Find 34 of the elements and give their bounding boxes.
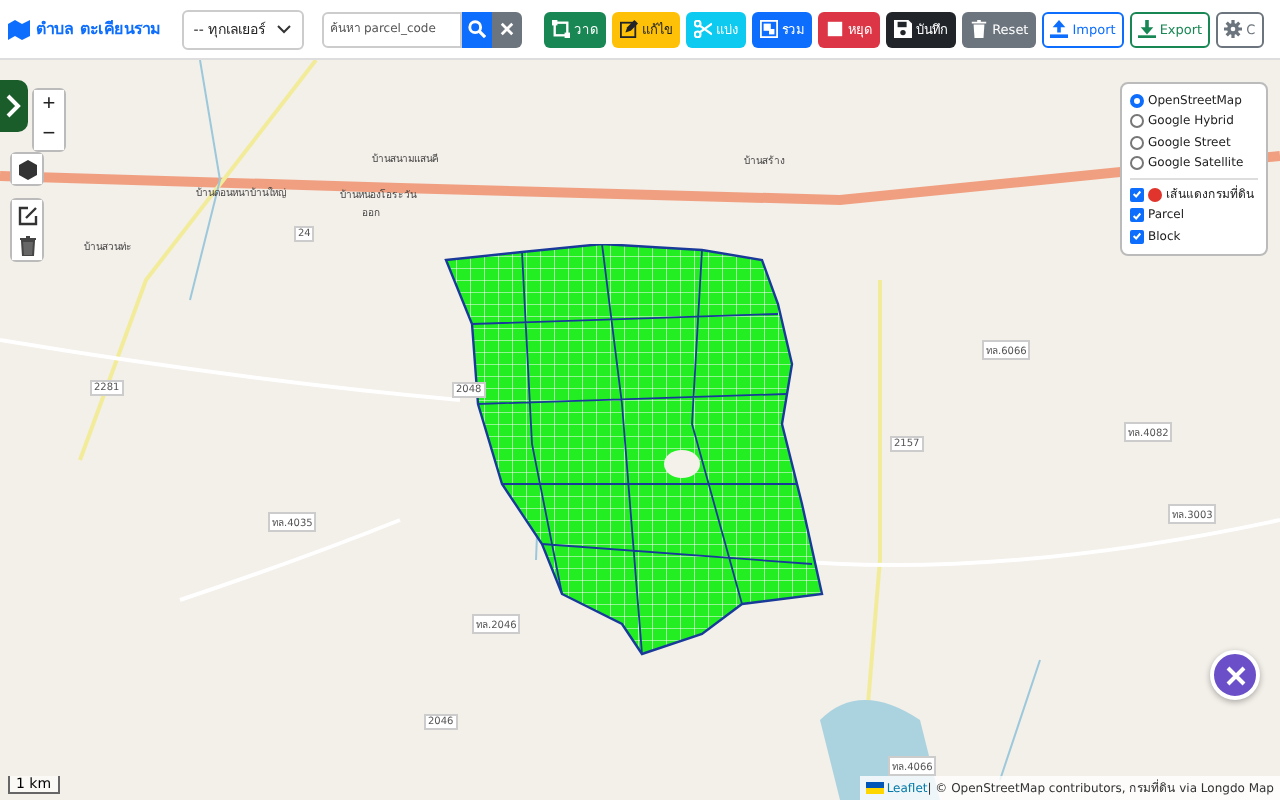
upload-icon bbox=[1050, 20, 1069, 38]
map-icon bbox=[8, 19, 30, 39]
chevron-right-icon bbox=[6, 94, 22, 118]
merge-squares-icon bbox=[760, 20, 779, 38]
gear-icon bbox=[1224, 20, 1243, 38]
clear-search-button[interactable] bbox=[492, 11, 523, 47]
search-button[interactable] bbox=[462, 11, 493, 47]
close-icon bbox=[1225, 665, 1245, 685]
download-icon bbox=[1137, 20, 1156, 38]
trash-icon bbox=[970, 20, 989, 38]
draw-polygon-button[interactable] bbox=[12, 154, 42, 184]
ukraine-flag-icon bbox=[866, 782, 885, 794]
search-icon bbox=[468, 20, 487, 38]
close-icon bbox=[500, 22, 515, 36]
base-layer-radio[interactable] bbox=[1130, 114, 1144, 129]
stop-icon bbox=[826, 20, 845, 38]
trash-icon bbox=[19, 235, 35, 255]
expand-panel-button[interactable] bbox=[0, 80, 28, 132]
base-layer-radio[interactable] bbox=[1130, 93, 1144, 108]
pencil-square-icon bbox=[620, 20, 639, 38]
base-layer-radio[interactable] bbox=[1130, 135, 1144, 150]
draw-shape-icon bbox=[552, 20, 571, 38]
overlay-checkbox[interactable] bbox=[1130, 187, 1144, 202]
overlay-checkbox[interactable] bbox=[1130, 229, 1144, 244]
close-fab-button[interactable] bbox=[1210, 650, 1260, 700]
edit-icon bbox=[17, 205, 37, 225]
app-title: ตำบล ตะเคียนราม bbox=[36, 18, 160, 42]
hexagon-icon bbox=[17, 159, 37, 179]
base-layer-radio[interactable] bbox=[1130, 156, 1144, 171]
scissors-icon bbox=[694, 20, 713, 38]
delete-layers-button[interactable] bbox=[12, 230, 42, 260]
edit-layers-button[interactable] bbox=[12, 200, 42, 230]
overlay-checkbox[interactable] bbox=[1130, 208, 1144, 223]
chevron-down-icon bbox=[276, 24, 293, 34]
